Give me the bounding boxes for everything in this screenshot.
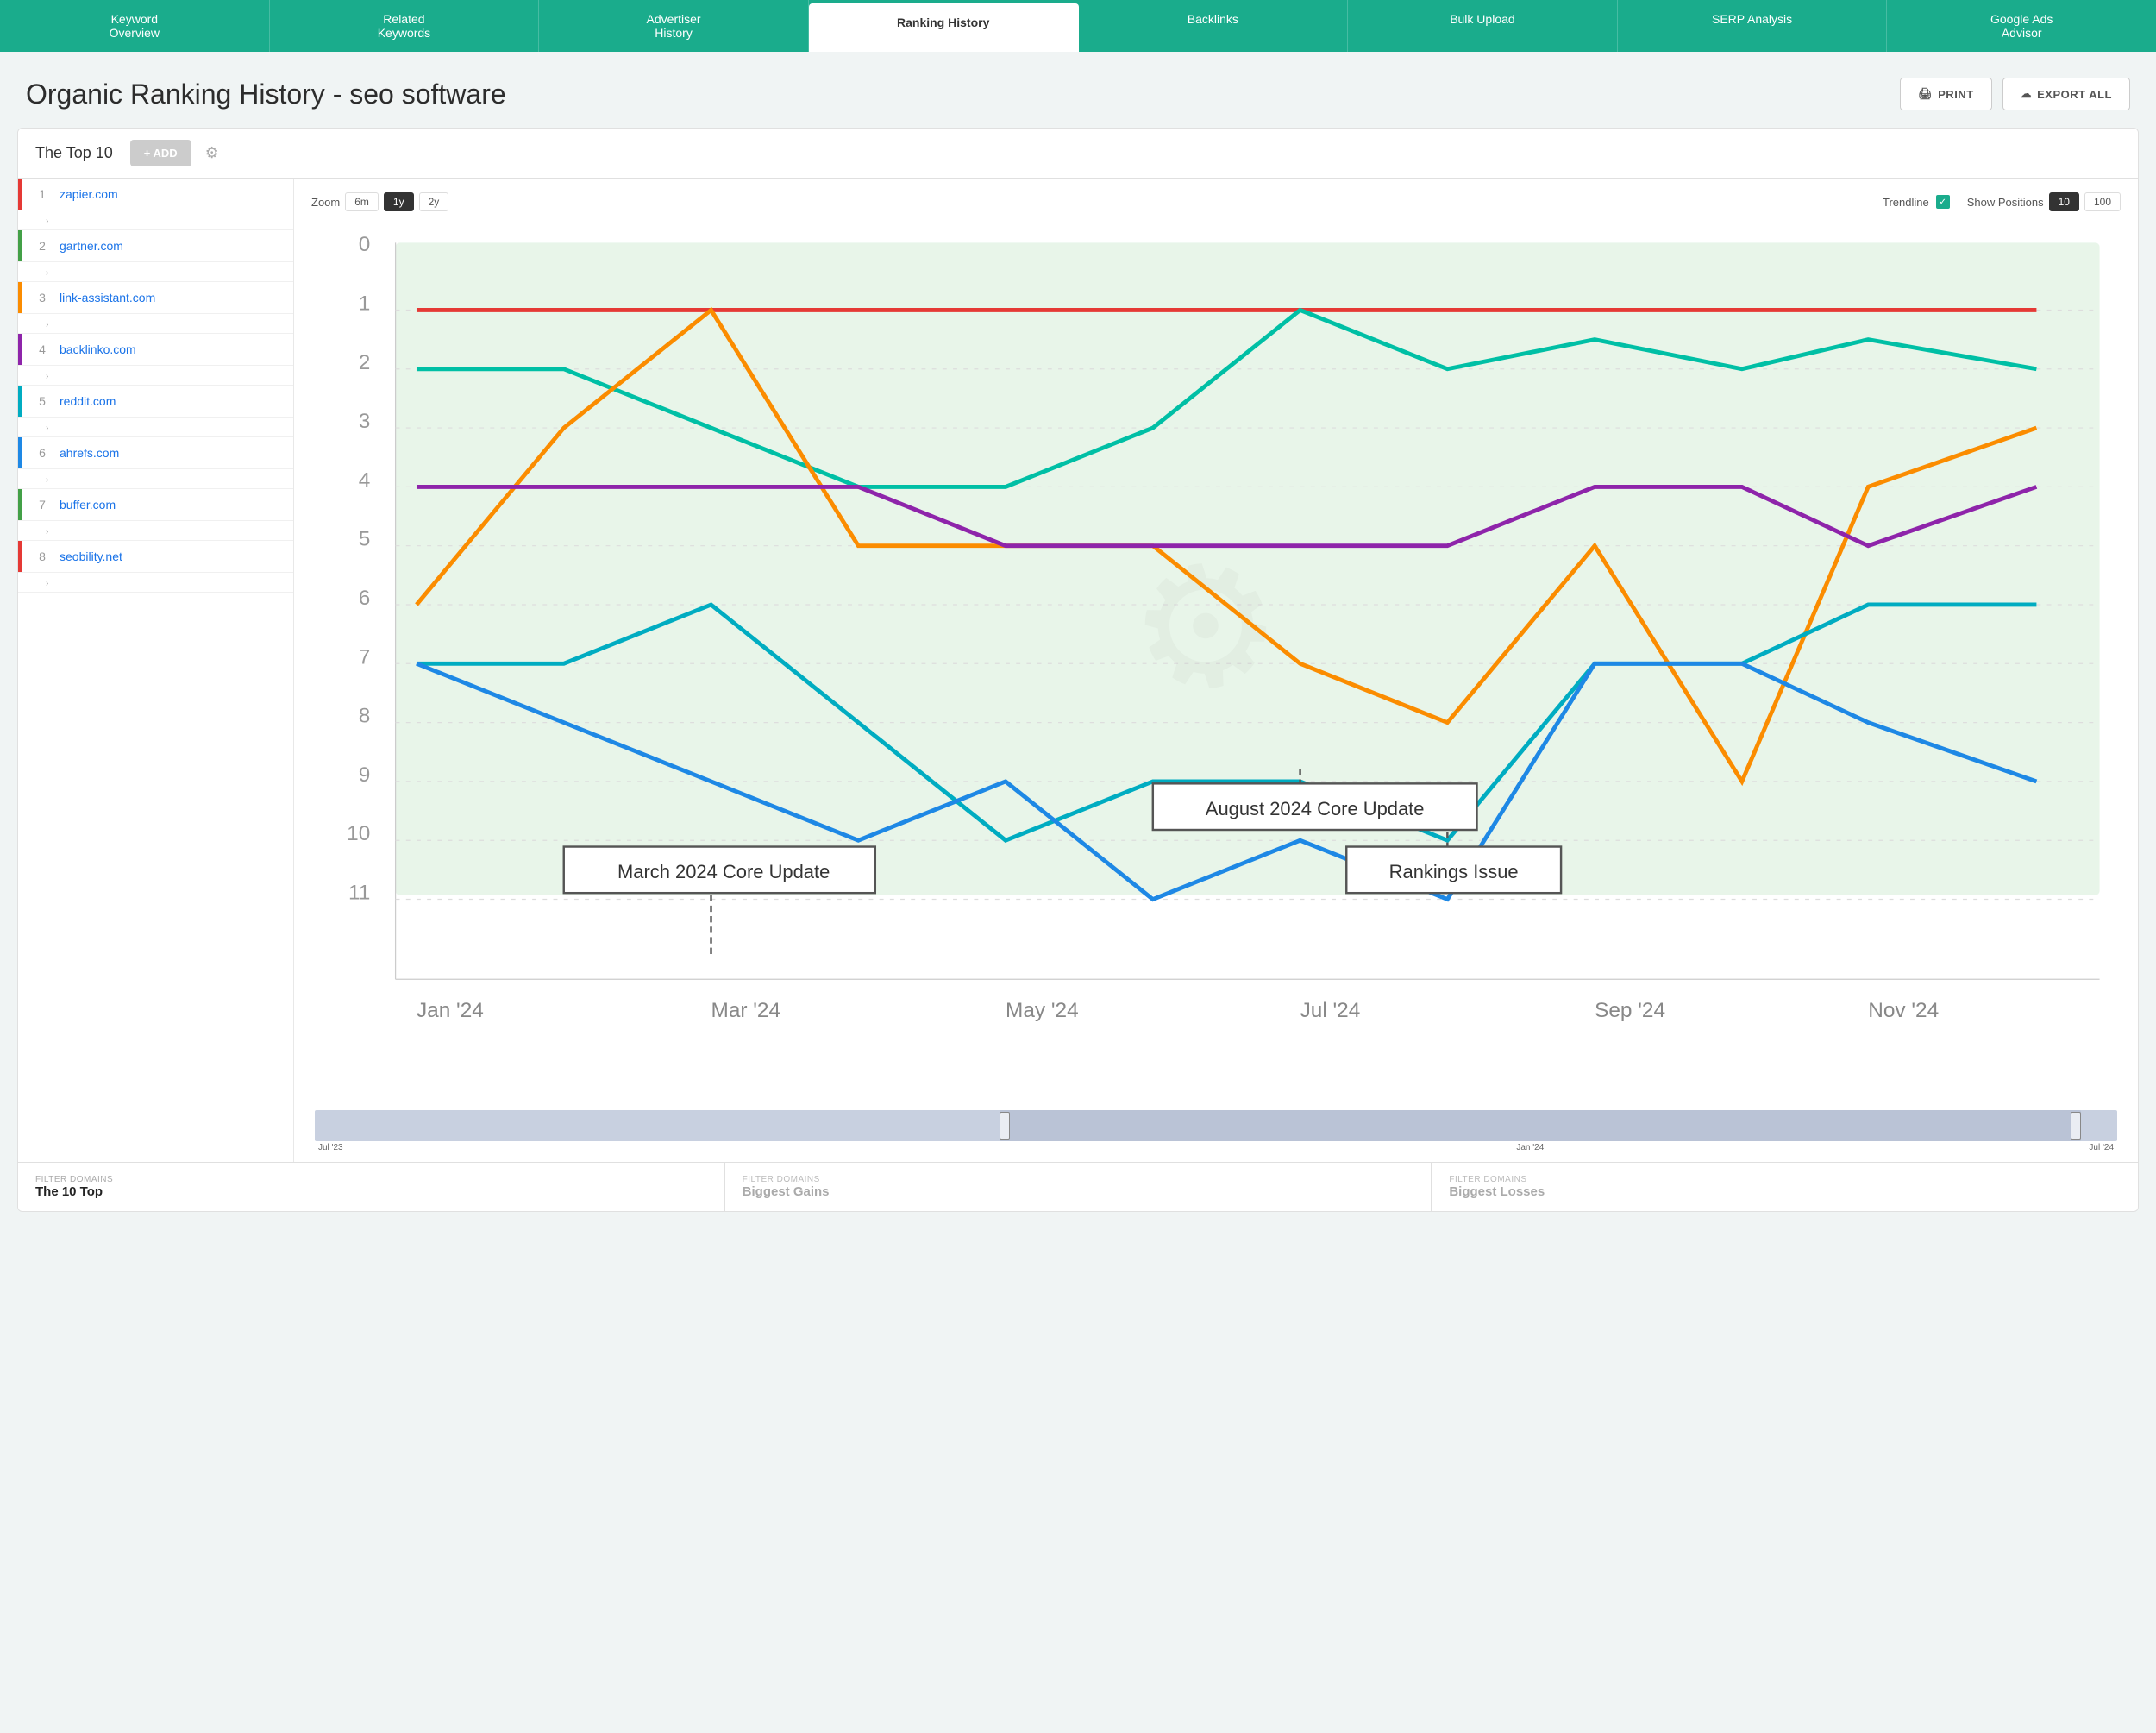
positions-100-btn[interactable]: 100 xyxy=(2084,192,2121,211)
domain-row-1[interactable]: 1 zapier.com xyxy=(18,179,293,210)
svg-text:11: 11 xyxy=(348,882,370,905)
timeline-label-jan24: Jan '24 xyxy=(1516,1143,1544,1152)
domain-expand-4[interactable]: › xyxy=(18,366,293,386)
svg-text:3: 3 xyxy=(359,410,371,433)
trendline-label: Trendline xyxy=(1883,196,1929,209)
svg-text:Jan '24: Jan '24 xyxy=(417,999,484,1022)
domain-row-6[interactable]: 6 ahrefs.com xyxy=(18,437,293,469)
domain-row-4[interactable]: 4 backlinko.com xyxy=(18,334,293,366)
filter-bar: FILTER DOMAINS The 10 Top FILTER DOMAINS… xyxy=(18,1162,2138,1211)
trendline-group: Trendline ✓ xyxy=(1883,195,1950,209)
nav-serp-analysis[interactable]: SERP Analysis xyxy=(1618,0,1888,52)
svg-text:⚙: ⚙ xyxy=(1115,522,1296,733)
domain-expand-6[interactable]: › xyxy=(18,469,293,489)
nav-advertiser-history[interactable]: AdvertiserHistory xyxy=(539,0,809,52)
export-icon: ☁ xyxy=(2021,87,2033,101)
chart-right: Zoom 6m 1y 2y Trendline ✓ Show Positions… xyxy=(294,179,2138,1162)
domain-list: 1 zapier.com › 2 gartner.com › 3 link-as… xyxy=(18,179,294,1162)
svg-text:6: 6 xyxy=(359,587,371,610)
nav-backlinks[interactable]: Backlinks xyxy=(1079,0,1349,52)
svg-text:Nov '24: Nov '24 xyxy=(1868,999,1939,1022)
chart-area: 0 1 2 3 4 5 6 7 8 9 10 11 xyxy=(311,222,2121,1148)
svg-text:0: 0 xyxy=(359,233,371,256)
filter-biggest-gains[interactable]: FILTER DOMAINS Biggest Gains xyxy=(725,1163,1432,1211)
svg-text:1: 1 xyxy=(359,292,371,315)
header-buttons: 🖨 PRINT ☁ EXPORT ALL xyxy=(1900,78,2130,110)
show-positions-label: Show Positions xyxy=(1967,196,2044,209)
timeline-label-jul24: Jul '24 xyxy=(2089,1143,2114,1152)
svg-text:Rankings Issue: Rankings Issue xyxy=(1389,861,1519,882)
tab-label: The Top 10 xyxy=(35,129,113,178)
chart-container: 1 zapier.com › 2 gartner.com › 3 link-as… xyxy=(18,179,2138,1162)
add-button[interactable]: + ADD xyxy=(130,140,191,166)
domain-row-8[interactable]: 8 seobility.net xyxy=(18,541,293,573)
filter-top10[interactable]: FILTER DOMAINS The 10 Top xyxy=(18,1163,725,1211)
svg-text:May '24: May '24 xyxy=(1006,999,1079,1022)
chart-controls: Zoom 6m 1y 2y Trendline ✓ Show Positions… xyxy=(311,192,2121,211)
show-positions-group: Show Positions 10 100 xyxy=(1967,192,2121,211)
domain-row-5[interactable]: 5 reddit.com xyxy=(18,386,293,418)
svg-text:Mar '24: Mar '24 xyxy=(711,999,781,1022)
timeline-right-handle[interactable] xyxy=(2071,1112,2081,1140)
page-header: Organic Ranking History - seo software 🖨… xyxy=(0,52,2156,128)
zoom-group: Zoom 6m 1y 2y xyxy=(311,192,448,211)
main-card: The Top 10 + ADD ⚙ 1 zapier.com › 2 gart xyxy=(17,128,2139,1212)
domain-row-3[interactable]: 3 link-assistant.com xyxy=(18,282,293,314)
svg-text:2: 2 xyxy=(359,351,371,374)
domain-expand-5[interactable]: › xyxy=(18,418,293,437)
svg-text:March 2024 Core Update: March 2024 Core Update xyxy=(617,861,830,882)
svg-text:Sep '24: Sep '24 xyxy=(1595,999,1665,1022)
domain-expand-3[interactable]: › xyxy=(18,314,293,334)
main-nav: KeywordOverview RelatedKeywords Advertis… xyxy=(0,0,2156,52)
tab-bar: The Top 10 + ADD ⚙ xyxy=(18,129,2138,179)
mini-timeline: Jul '23 Jan '24 Jul '24 xyxy=(315,1110,2117,1148)
zoom-6m[interactable]: 6m xyxy=(345,192,379,211)
filter-biggest-losses[interactable]: FILTER DOMAINS Biggest Losses xyxy=(1432,1163,2138,1211)
domain-expand-1[interactable]: › xyxy=(18,210,293,230)
zoom-1y[interactable]: 1y xyxy=(384,192,414,211)
zoom-label: Zoom xyxy=(311,196,340,209)
ranking-chart-svg: 0 1 2 3 4 5 6 7 8 9 10 11 xyxy=(311,222,2121,1106)
print-button[interactable]: 🖨 PRINT xyxy=(1900,78,1992,110)
domain-row-7[interactable]: 7 buffer.com xyxy=(18,489,293,521)
svg-text:August 2024 Core Update: August 2024 Core Update xyxy=(1206,798,1425,819)
trendline-checkbox[interactable]: ✓ xyxy=(1936,195,1950,209)
nav-related-keywords[interactable]: RelatedKeywords xyxy=(270,0,540,52)
svg-text:Jul '24: Jul '24 xyxy=(1300,999,1361,1022)
svg-text:5: 5 xyxy=(359,528,371,551)
timeline-label-jul23: Jul '23 xyxy=(318,1143,343,1152)
zoom-2y[interactable]: 2y xyxy=(419,192,449,211)
domain-expand-2[interactable]: › xyxy=(18,262,293,282)
domain-expand-8[interactable]: › xyxy=(18,573,293,593)
domain-row-2[interactable]: 2 gartner.com xyxy=(18,230,293,262)
nav-ranking-history[interactable]: Ranking History xyxy=(809,3,1079,52)
nav-keyword-overview[interactable]: KeywordOverview xyxy=(0,0,270,52)
positions-10-btn[interactable]: 10 xyxy=(2049,192,2079,211)
svg-text:4: 4 xyxy=(359,468,371,492)
nav-google-ads-advisor[interactable]: Google AdsAdvisor xyxy=(1887,0,2156,52)
svg-text:10: 10 xyxy=(347,822,370,845)
settings-button[interactable]: ⚙ xyxy=(205,144,219,162)
page-title: Organic Ranking History - seo software xyxy=(26,78,506,110)
svg-text:8: 8 xyxy=(359,705,371,728)
domain-expand-7[interactable]: › xyxy=(18,521,293,541)
nav-bulk-upload[interactable]: Bulk Upload xyxy=(1348,0,1618,52)
export-button[interactable]: ☁ EXPORT ALL xyxy=(2002,78,2130,110)
main-content: The Top 10 + ADD ⚙ 1 zapier.com › 2 gart xyxy=(0,128,2156,1229)
timeline-left-handle[interactable] xyxy=(1000,1112,1010,1140)
print-icon: 🖨 xyxy=(1918,87,1933,101)
svg-text:9: 9 xyxy=(359,763,371,787)
svg-text:7: 7 xyxy=(359,645,371,669)
